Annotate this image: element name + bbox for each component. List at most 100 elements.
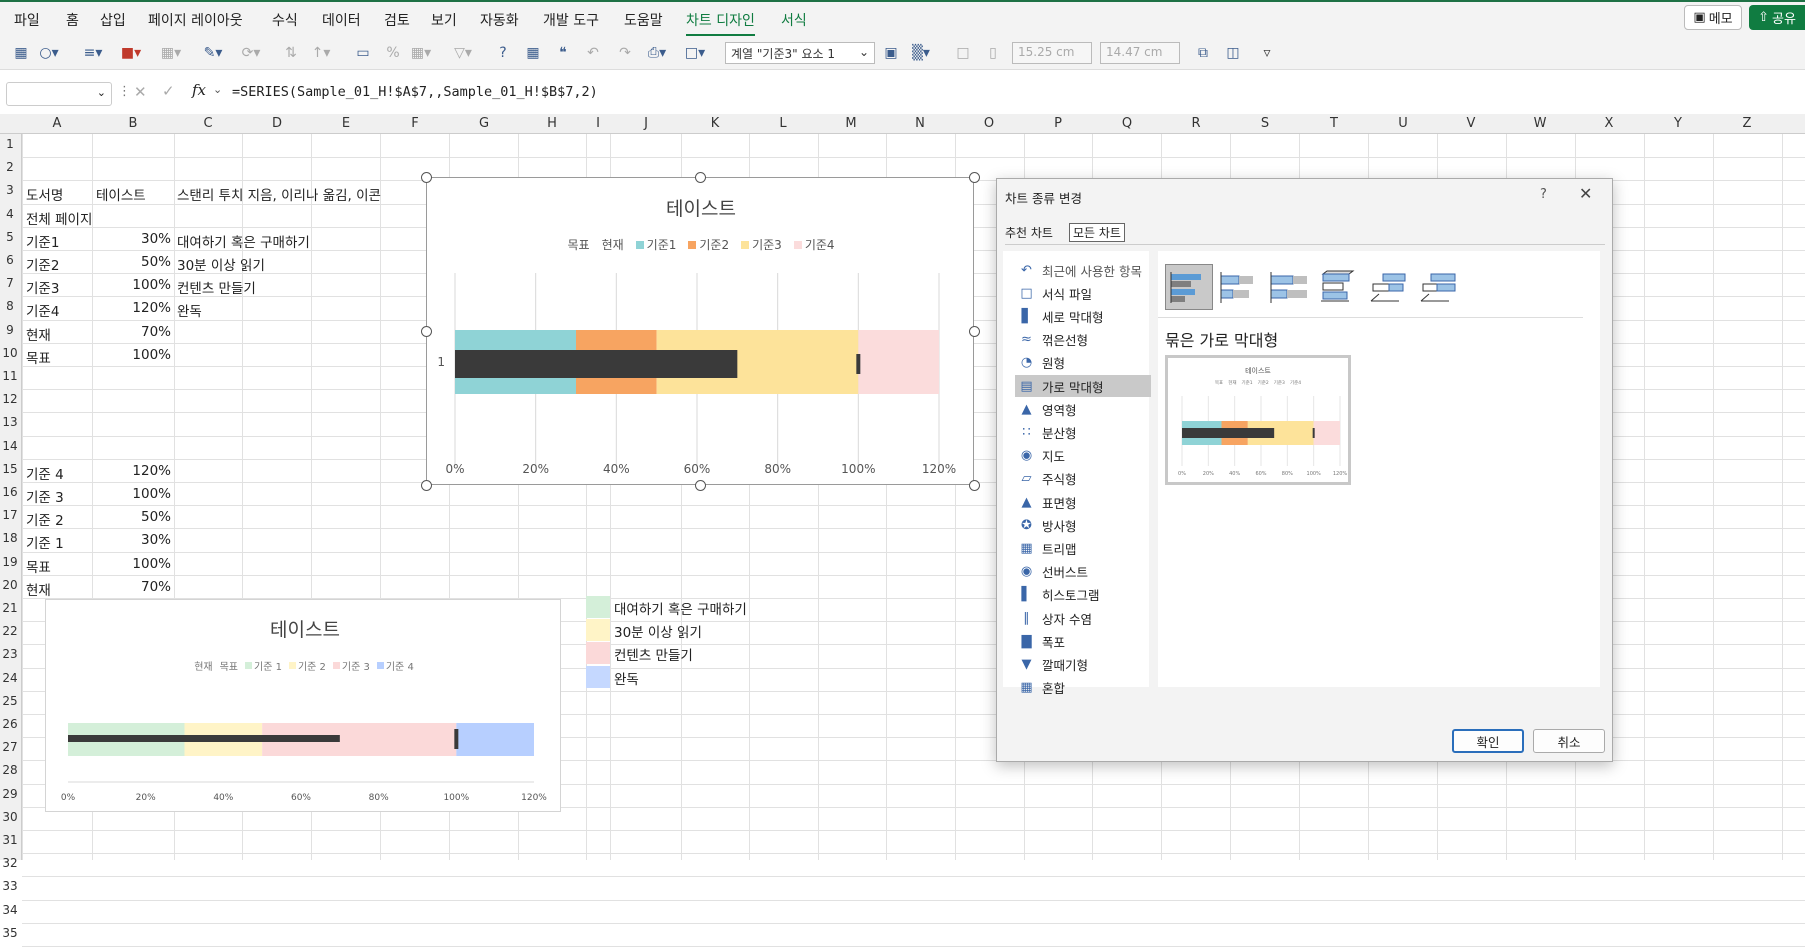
row-header-20[interactable]: 20 <box>0 578 20 592</box>
marker-목표[interactable] <box>454 729 459 749</box>
print-icon[interactable]: ⎙▾ <box>646 44 668 62</box>
help-button[interactable]: ? <box>1540 187 1547 202</box>
resize-handle[interactable] <box>421 480 432 491</box>
row-header-12[interactable]: 12 <box>0 392 20 406</box>
row-header-21[interactable]: 21 <box>0 601 20 615</box>
chart-type-1[interactable]: ↶ 최근에 사용한 항목 <box>1015 259 1151 281</box>
bar-기준 4[interactable] <box>456 723 534 756</box>
cancel-button[interactable]: 취소 <box>1533 729 1605 753</box>
shape-fill-icon[interactable]: ○▾ <box>38 44 60 62</box>
column-header-x[interactable]: X <box>1605 116 1614 131</box>
row-header-4[interactable]: 4 <box>0 207 20 221</box>
ribbon-tab-2[interactable]: 홈 <box>66 10 79 30</box>
column-header-z[interactable]: Z <box>1743 116 1752 131</box>
resize-handle[interactable] <box>969 480 980 491</box>
column-header-u[interactable]: U <box>1398 116 1408 131</box>
resize-handle[interactable] <box>421 172 432 183</box>
align-icon[interactable]: ≡▾ <box>82 44 104 62</box>
100-stacked-bar-icon[interactable] <box>1265 264 1313 310</box>
row-header-13[interactable]: 13 <box>0 415 20 429</box>
row-header-31[interactable]: 31 <box>0 833 20 847</box>
row-header-29[interactable]: 29 <box>0 787 20 801</box>
column-header-c[interactable]: C <box>203 116 212 131</box>
chart-1[interactable]: 테이스트 목표 현재 기준1 기준2 기준3 기준4 0% 20% 40% 60% 80% 100%… <box>426 177 974 485</box>
column-header-f[interactable]: F <box>411 116 418 131</box>
bar-현재[interactable] <box>68 735 340 742</box>
outline-color-icon[interactable]: ✎▾ <box>202 44 224 62</box>
row-header-5[interactable]: 5 <box>0 230 20 244</box>
ribbon-tab-13[interactable]: 서식 <box>781 10 807 30</box>
resize-handle[interactable] <box>695 172 706 183</box>
row-header-14[interactable]: 14 <box>0 439 20 453</box>
chart-type-12[interactable]: ✪ 방사형 <box>1015 514 1151 536</box>
column-header-h[interactable]: H <box>547 116 557 131</box>
row-header-27[interactable]: 27 <box>0 740 20 754</box>
column-header-l[interactable]: L <box>779 116 786 131</box>
column-header-a[interactable]: A <box>53 116 62 131</box>
chart-type-2[interactable]: □ 서식 파일 <box>1015 282 1151 304</box>
tab-all-charts[interactable]: 모든 차트 <box>1069 223 1125 242</box>
chart-elements-icon[interactable]: ▦ <box>10 44 32 62</box>
column-header-o[interactable]: O <box>984 116 994 131</box>
row-header-25[interactable]: 25 <box>0 694 20 708</box>
formula-input[interactable]: =SERIES(Sample_01_H!$A$7,,Sample_01_H!$B… <box>232 84 598 100</box>
format-selection-icon[interactable]: ▣ <box>880 44 902 62</box>
clustered-bar-icon[interactable] <box>1165 264 1213 310</box>
arrange-icon[interactable]: ◫ <box>1222 44 1244 62</box>
row-header-26[interactable]: 26 <box>0 717 20 731</box>
chart-type-6[interactable]: ▤ 가로 막대형 <box>1015 375 1151 397</box>
chart-type-15[interactable]: ▌ 히스토그램 <box>1015 584 1151 606</box>
select-icon[interactable]: □▾ <box>684 44 706 62</box>
chart-type-8[interactable]: ∷ 분산형 <box>1015 421 1151 443</box>
column-header-e[interactable]: E <box>342 116 350 131</box>
more-options-icon[interactable]: ⋮ <box>118 84 131 99</box>
chart-type-11[interactable]: ▲ 표면형 <box>1015 491 1151 513</box>
column-header-n[interactable]: N <box>915 116 925 131</box>
row-header-16[interactable]: 16 <box>0 485 20 499</box>
row-header-8[interactable]: 8 <box>0 299 20 313</box>
insert-function-button[interactable]: fx <box>192 81 206 99</box>
row-header-23[interactable]: 23 <box>0 647 20 661</box>
close-icon[interactable]: ✕ <box>1579 184 1592 203</box>
marker-목표[interactable] <box>856 354 861 374</box>
ribbon-tab-11[interactable]: 도움말 <box>624 10 663 30</box>
resize-handle[interactable] <box>421 326 432 337</box>
row-header-10[interactable]: 10 <box>0 346 20 360</box>
row-header-15[interactable]: 15 <box>0 462 20 476</box>
column-header-s[interactable]: S <box>1261 116 1269 131</box>
column-header-y[interactable]: Y <box>1674 116 1682 131</box>
memo-button[interactable]: ▣ 메모 <box>1684 5 1742 30</box>
bar-기준4[interactable] <box>858 330 939 394</box>
quote-icon[interactable]: ❝ <box>552 44 574 62</box>
chart-type-3[interactable]: ▋ 세로 막대형 <box>1015 305 1151 327</box>
chart-element-select[interactable]: 계열 "기준3" 요소 1 ⌄ <box>725 42 875 64</box>
row-header-30[interactable]: 30 <box>0 810 20 824</box>
column-header-k[interactable]: K <box>711 116 720 131</box>
chart-type-13[interactable]: ▦ 트리맵 <box>1015 537 1151 559</box>
name-box[interactable]: ⌄ <box>6 82 112 106</box>
row-header-35[interactable]: 35 <box>0 926 20 940</box>
column-header-p[interactable]: P <box>1054 116 1062 131</box>
column-header-m[interactable]: M <box>845 116 856 131</box>
chart-type-4[interactable]: ≈ 꺾은선형 <box>1015 329 1151 351</box>
ribbon-tab-8[interactable]: 보기 <box>431 10 457 30</box>
ribbon-tab-10[interactable]: 개발 도구 <box>543 10 599 30</box>
row-header-6[interactable]: 6 <box>0 253 20 267</box>
chart-type-18[interactable]: ▼ 깔때기형 <box>1015 653 1151 675</box>
ribbon-tab-5[interactable]: 수식 <box>272 10 298 30</box>
chart-type-7[interactable]: ▲ 영역형 <box>1015 398 1151 420</box>
row-header-34[interactable]: 34 <box>0 903 20 917</box>
share-button[interactable]: ⇧ 공유 <box>1749 5 1805 30</box>
chart-type-14[interactable]: ◉ 선버스트 <box>1015 561 1151 583</box>
row-header-22[interactable]: 22 <box>0 624 20 638</box>
bar-현재[interactable] <box>455 350 738 378</box>
row-header-19[interactable]: 19 <box>0 555 20 569</box>
ribbon-tab-1[interactable]: 파일 <box>14 10 40 30</box>
help-icon[interactable]: ? <box>492 44 514 62</box>
cancel-icon[interactable]: ✕ <box>134 83 147 101</box>
column-header-g[interactable]: G <box>479 116 489 131</box>
width-input[interactable]: 14.47 cm <box>1100 42 1180 64</box>
row-header-24[interactable]: 24 <box>0 671 20 685</box>
column-header-b[interactable]: B <box>129 116 138 131</box>
row-header-32[interactable]: 32 <box>0 856 20 870</box>
